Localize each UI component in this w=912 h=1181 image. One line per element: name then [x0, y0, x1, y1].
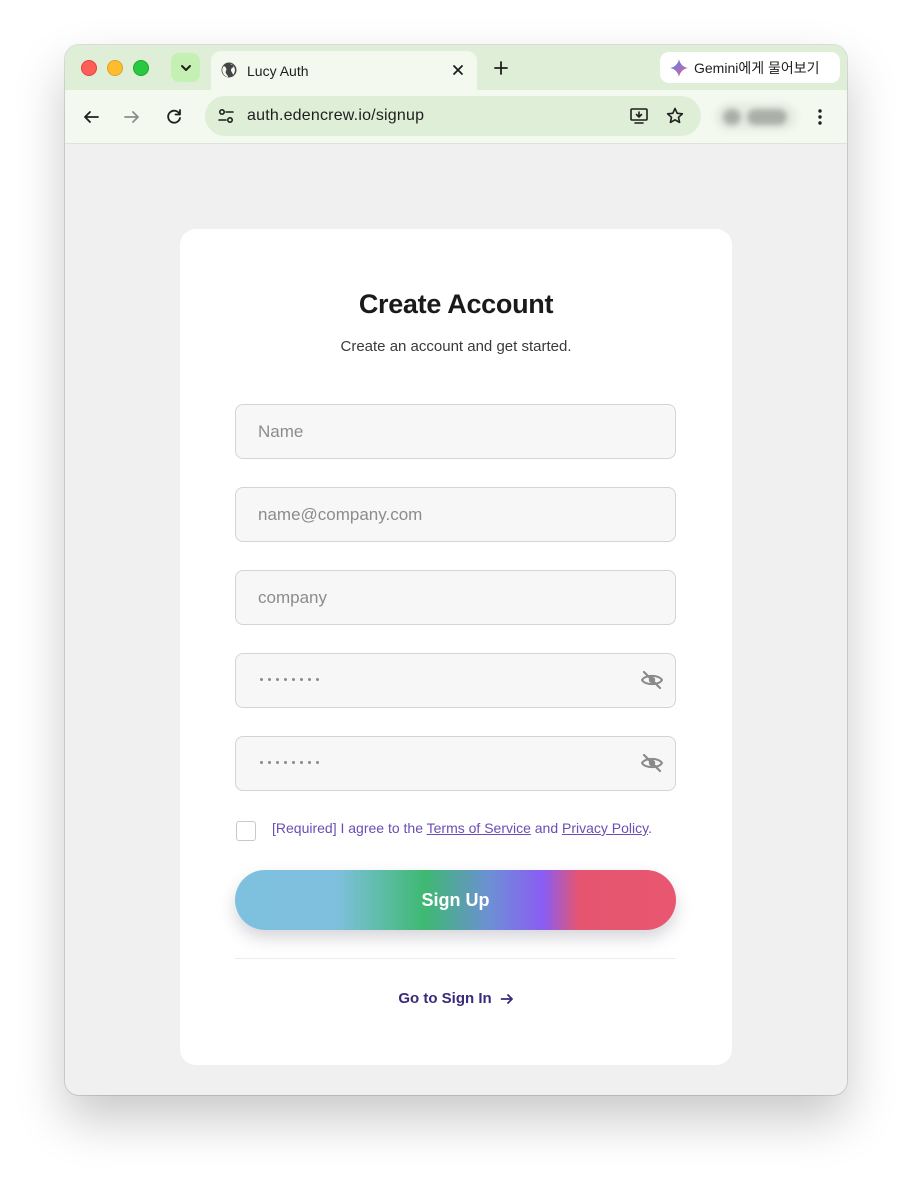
- arrow-left-icon: [84, 111, 99, 123]
- profile-chip[interactable]: [715, 103, 797, 131]
- go-to-sign-in-link[interactable]: Go to Sign In: [180, 990, 732, 1007]
- url-text[interactable]: auth.edencrew.io/signup: [247, 107, 424, 125]
- tab-title: Lucy Auth: [247, 63, 309, 79]
- forward-button[interactable]: [121, 106, 143, 128]
- close-window-button[interactable]: [81, 60, 97, 76]
- minimize-window-button[interactable]: [107, 60, 123, 76]
- zoom-window-button[interactable]: [133, 60, 149, 76]
- arrow-right-icon: [500, 993, 513, 1004]
- arrow-right-icon: [124, 111, 139, 123]
- kebab-menu-icon: [818, 109, 822, 125]
- install-app-icon: [630, 108, 648, 124]
- sign-up-button[interactable]: Sign Up: [235, 870, 676, 930]
- eye-off-icon: [641, 753, 663, 773]
- star-icon: [666, 107, 684, 124]
- eye-off-icon: [641, 670, 663, 690]
- tune-icon: [218, 108, 234, 124]
- install-app-button[interactable]: [628, 105, 650, 127]
- company-input[interactable]: [236, 571, 675, 624]
- tab-close-button[interactable]: [449, 61, 467, 79]
- browser-menu-button[interactable]: [809, 106, 831, 128]
- page-title: Create Account: [358, 289, 554, 319]
- chevron-down-icon: [180, 64, 191, 71]
- site-info-button[interactable]: [214, 104, 238, 128]
- back-button[interactable]: [80, 106, 102, 128]
- divider: [235, 958, 676, 959]
- email-field: [235, 487, 676, 542]
- password-input[interactable]: [260, 678, 319, 681]
- page-content: Create Account Create an account and get…: [65, 144, 847, 1095]
- password-field[interactable]: [235, 653, 676, 708]
- email-input[interactable]: [236, 488, 675, 541]
- confirm-visibility-toggle[interactable]: [640, 751, 664, 775]
- close-icon: [453, 65, 463, 75]
- reload-button[interactable]: [163, 106, 185, 128]
- agree-prefix: [Required] I agree to the: [272, 820, 427, 836]
- address-bar[interactable]: auth.edencrew.io/signup: [205, 96, 701, 136]
- tab-search-button[interactable]: [171, 53, 200, 82]
- new-tab-button[interactable]: [491, 58, 511, 78]
- gemini-label: Gemini에게 물어보기: [694, 59, 820, 76]
- gemini-button[interactable]: Gemini에게 물어보기: [660, 52, 840, 83]
- agree-label: [Required] I agree to the Terms of Servi…: [272, 820, 652, 836]
- privacy-link[interactable]: Privacy Policy: [562, 820, 648, 836]
- terms-link[interactable]: Terms of Service: [427, 820, 531, 836]
- name-field: [235, 404, 676, 459]
- bookmark-button[interactable]: [664, 105, 686, 127]
- confirm-password-input[interactable]: [260, 761, 319, 764]
- sign-up-label: Sign Up: [421, 889, 490, 910]
- confirm-password-field[interactable]: [235, 736, 676, 791]
- agree-checkbox[interactable]: [236, 821, 256, 841]
- page-subtitle: Create an account and get started.: [340, 338, 572, 355]
- company-field: [235, 570, 676, 625]
- signup-card: Create Account Create an account and get…: [180, 229, 732, 1065]
- reload-icon: [167, 109, 181, 124]
- browser-toolbar: auth.edencrew.io/signup: [65, 90, 847, 144]
- agree-suffix: .: [648, 820, 652, 836]
- password-visibility-toggle[interactable]: [640, 668, 664, 692]
- browser-window: Lucy Auth Gemini에게 물어보기 auth.edencrew.io…: [65, 45, 847, 1095]
- tab-bar: Lucy Auth Gemini에게 물어보기: [65, 45, 847, 90]
- plus-icon: [494, 61, 508, 75]
- globe-icon: [221, 62, 237, 78]
- sign-in-label: Go to Sign In: [398, 990, 492, 1007]
- sparkle-icon: [670, 58, 688, 77]
- agree-middle: and: [530, 820, 563, 836]
- name-input[interactable]: [236, 405, 675, 458]
- active-tab[interactable]: Lucy Auth: [211, 51, 477, 90]
